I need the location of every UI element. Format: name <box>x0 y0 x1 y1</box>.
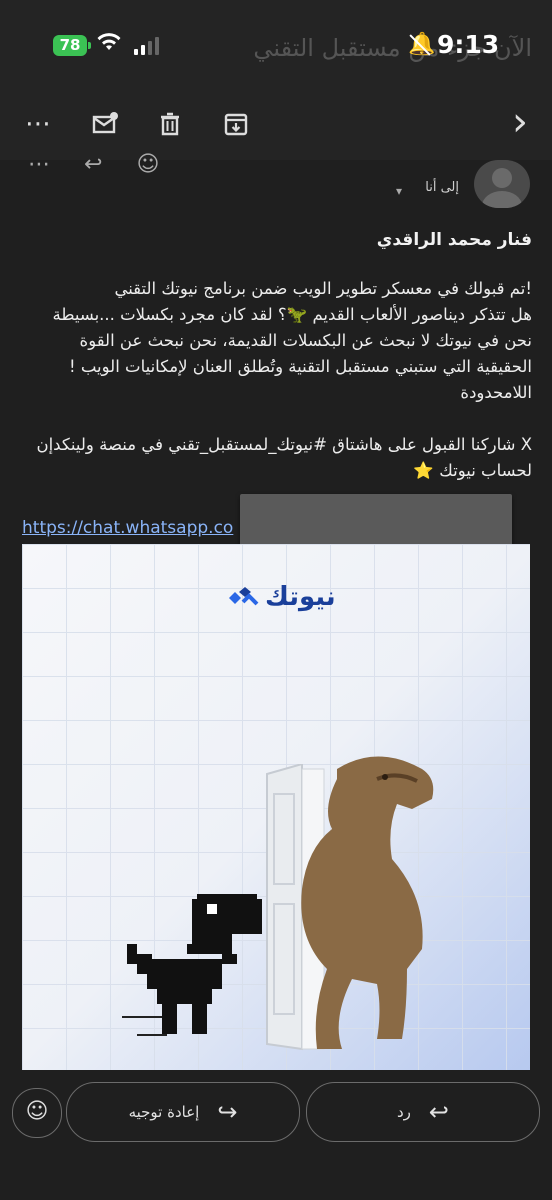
chevron-down-icon[interactable]: ▾ <box>396 184 402 198</box>
more-options-button[interactable]: ⋯ <box>20 106 56 142</box>
email-toolbar: ⋯ › <box>0 90 552 160</box>
delete-icon[interactable] <box>152 106 188 142</box>
brand-mark-icon <box>229 587 259 606</box>
header-actions: ⋯ ↩ ☺ <box>28 152 159 177</box>
brand-name: نيوتك <box>265 582 336 612</box>
forward-button[interactable]: إعادة توجيه ↪ <box>66 1082 300 1142</box>
speed-line <box>122 1016 162 1018</box>
mark-unread-icon[interactable] <box>87 106 123 142</box>
battery-indicator: 78 <box>53 35 91 56</box>
reply-button[interactable]: رد ↩ <box>306 1082 540 1142</box>
brand-logo: نيوتك <box>227 582 336 612</box>
forward-label: إعادة توجيه <box>128 1103 200 1121</box>
reply-label: رد <box>396 1103 411 1121</box>
message-paragraph-share: X شاركنا القبول على هاشتاق #نيوتك_لمستقب… <box>31 435 532 480</box>
trex-image <box>301 756 434 1049</box>
pixel-dino-icon <box>127 894 262 1034</box>
sender-avatar[interactable] <box>474 160 530 208</box>
emoji-react-icon[interactable]: ☺ <box>136 152 159 177</box>
email-body: فنار محمد الراقدي !تم قبولك في معسكر تطو… <box>22 222 532 484</box>
archive-icon[interactable] <box>218 106 254 142</box>
forward-icon: ↪ <box>217 1098 238 1126</box>
emoji-reaction-button[interactable]: ☺ <box>12 1088 62 1138</box>
bottom-action-bar: ☺ إعادة توجيه ↪ رد ↩ <box>0 1080 552 1200</box>
next-email-button[interactable]: › <box>502 102 538 142</box>
reply-icon: ↩ <box>428 1098 450 1126</box>
email-banner-image[interactable]: نيوتك <box>22 544 530 1070</box>
speed-line <box>137 1034 167 1036</box>
more-icon[interactable]: ⋯ <box>28 152 50 177</box>
reply-icon[interactable]: ↩ <box>84 152 102 177</box>
cellular-signal-icon <box>134 37 159 55</box>
message-paragraph: !تم قبولك في معسكر تطوير الويب ضمن برنام… <box>52 279 532 402</box>
status-bar: الآن جزء من مستقبل التقني 78 🔔 9:13 <box>0 0 552 90</box>
silent-bell-icon: 🔔 <box>408 32 436 57</box>
recipient-label[interactable]: إلى أنا <box>425 180 459 195</box>
wifi-icon <box>96 30 122 58</box>
email-header: ⋯ ↩ ☺ ▾ إلى أنا <box>0 152 552 220</box>
clock: 9:13 <box>437 30 500 59</box>
whatsapp-link[interactable]: https://chat.whatsapp.co <box>22 518 233 538</box>
sender-name: فنار محمد الراقدي <box>376 230 532 250</box>
